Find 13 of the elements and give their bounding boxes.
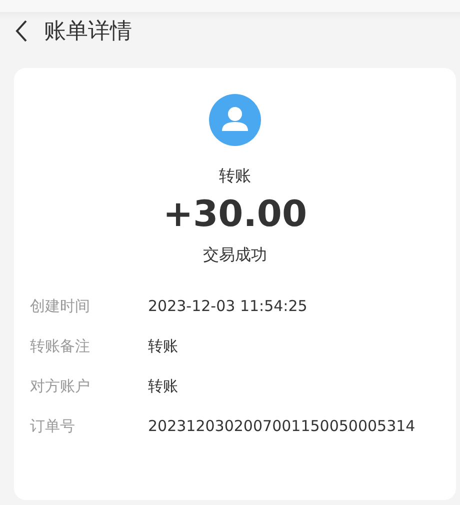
detail-value: 2023120302007001150050005314 [148,416,416,436]
detail-value: 转账 [148,336,178,356]
detail-label: 创建时间 [30,296,91,316]
detail-label: 对方账户 [30,376,91,396]
avatar-icon [209,94,261,146]
detail-label: 转账备注 [30,336,91,356]
amount: +30.00 [162,193,308,237]
transaction-status: 交易成功 [203,245,267,266]
detail-label: 订单号 [30,416,76,436]
transaction-type: 转账 [219,166,251,187]
detail-value: 转账 [148,376,178,396]
page-title: 账单详情 [44,18,132,46]
detail-value: 2023-12-03 11:54:25 [148,296,308,316]
